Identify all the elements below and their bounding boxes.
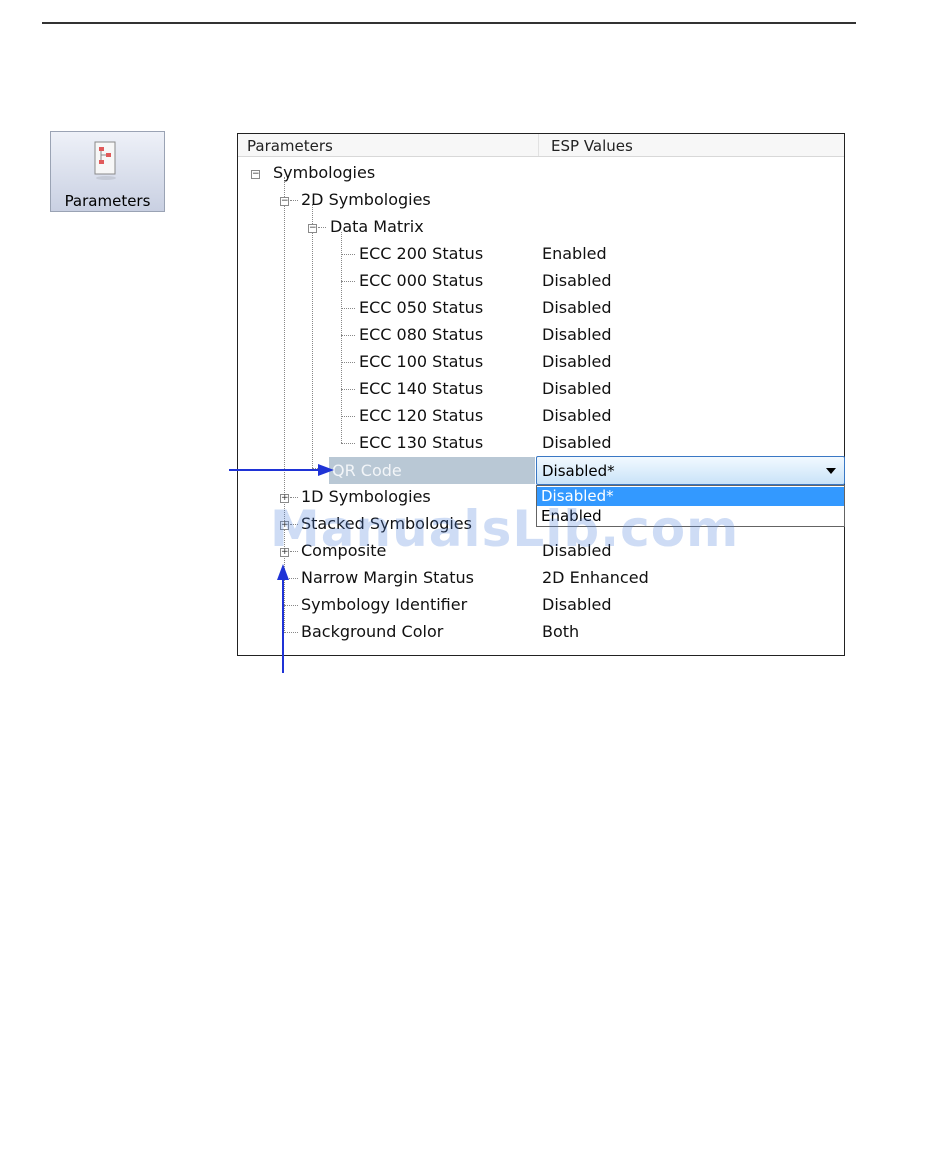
row-value[interactable]: Disabled bbox=[542, 406, 612, 425]
row-value[interactable]: Disabled bbox=[542, 595, 612, 614]
watermark: ManualsLib.com bbox=[270, 500, 740, 558]
row-label: ECC 080 Status bbox=[359, 325, 484, 344]
row-value[interactable]: Disabled bbox=[542, 271, 612, 290]
tree-row-2d-symbologies[interactable]: − 2D Symbologies bbox=[238, 187, 844, 214]
row-label: Background Color bbox=[301, 622, 444, 641]
grid-header: Parameters ESP Values bbox=[238, 134, 844, 157]
tree-row-ecc-130[interactable]: ECC 130 Status Disabled bbox=[238, 430, 844, 457]
row-label: ECC 120 Status bbox=[359, 406, 484, 425]
tree-row-ecc-140[interactable]: ECC 140 Status Disabled bbox=[238, 376, 844, 403]
row-value[interactable]: 2D Enhanced bbox=[542, 568, 649, 587]
tree-row-ecc-050[interactable]: ECC 050 Status Disabled bbox=[238, 295, 844, 322]
parameters-button-label: Parameters bbox=[64, 192, 151, 210]
row-label: ECC 050 Status bbox=[359, 298, 484, 317]
combobox-current-value: Disabled* bbox=[542, 462, 615, 480]
tree-row-narrow-margin-status[interactable]: Narrow Margin Status 2D Enhanced bbox=[238, 565, 844, 592]
page-top-rule bbox=[42, 22, 856, 24]
row-value[interactable]: Disabled bbox=[542, 352, 612, 371]
column-header-esp-values[interactable]: ESP Values bbox=[551, 137, 633, 155]
row-label: Symbology Identifier bbox=[301, 595, 468, 614]
row-value[interactable]: Disabled bbox=[542, 298, 612, 317]
row-value[interactable]: Disabled bbox=[542, 433, 612, 452]
annotation-arrow-qr-code bbox=[229, 469, 321, 471]
annotation-arrowhead bbox=[318, 464, 334, 476]
row-label: ECC 200 Status bbox=[359, 244, 484, 263]
qr-code-value-combobox[interactable]: Disabled* bbox=[536, 456, 845, 485]
row-label: Data Matrix bbox=[330, 217, 424, 236]
tree-row-ecc-000[interactable]: ECC 000 Status Disabled bbox=[238, 268, 844, 295]
tree-row-symbologies[interactable]: − Symbologies bbox=[238, 160, 844, 187]
collapse-icon[interactable]: − bbox=[280, 197, 289, 206]
row-label: QR Code bbox=[332, 461, 402, 480]
tree-row-ecc-100[interactable]: ECC 100 Status Disabled bbox=[238, 349, 844, 376]
tree-row-data-matrix[interactable]: − Data Matrix bbox=[238, 214, 844, 241]
tree-row-symbology-identifier[interactable]: Symbology Identifier Disabled bbox=[238, 592, 844, 619]
collapse-icon[interactable]: − bbox=[251, 170, 260, 179]
collapse-icon[interactable]: − bbox=[308, 224, 317, 233]
tree-row-ecc-080[interactable]: ECC 080 Status Disabled bbox=[238, 322, 844, 349]
tree-row-ecc-200[interactable]: ECC 200 Status Enabled bbox=[238, 241, 844, 268]
column-header-parameters[interactable]: Parameters bbox=[247, 137, 333, 155]
parameters-button[interactable]: Parameters bbox=[50, 131, 165, 212]
row-label: ECC 130 Status bbox=[359, 433, 484, 452]
row-value[interactable]: Enabled bbox=[542, 244, 607, 263]
row-label: Narrow Margin Status bbox=[301, 568, 474, 587]
row-label: ECC 000 Status bbox=[359, 271, 484, 290]
tree-row-background-color[interactable]: Background Color Both bbox=[238, 619, 844, 646]
column-separator[interactable] bbox=[538, 134, 539, 156]
row-value[interactable]: Disabled bbox=[542, 379, 612, 398]
parameters-grid: Parameters ESP Values − Symbologies − 2D… bbox=[237, 133, 845, 656]
document-settings-icon bbox=[94, 141, 116, 180]
row-label: ECC 140 Status bbox=[359, 379, 484, 398]
row-label: ECC 100 Status bbox=[359, 352, 484, 371]
row-value[interactable]: Disabled bbox=[542, 325, 612, 344]
row-label: 2D Symbologies bbox=[301, 190, 431, 209]
annotation-arrow-expand bbox=[282, 580, 284, 673]
annotation-arrowhead bbox=[277, 564, 289, 580]
row-value[interactable]: Both bbox=[542, 622, 579, 641]
row-label: Symbologies bbox=[273, 163, 376, 182]
tree-row-qr-code[interactable]: QR Code bbox=[329, 457, 535, 484]
tree-row-ecc-120[interactable]: ECC 120 Status Disabled bbox=[238, 403, 844, 430]
dropdown-arrow-icon[interactable] bbox=[826, 468, 836, 474]
